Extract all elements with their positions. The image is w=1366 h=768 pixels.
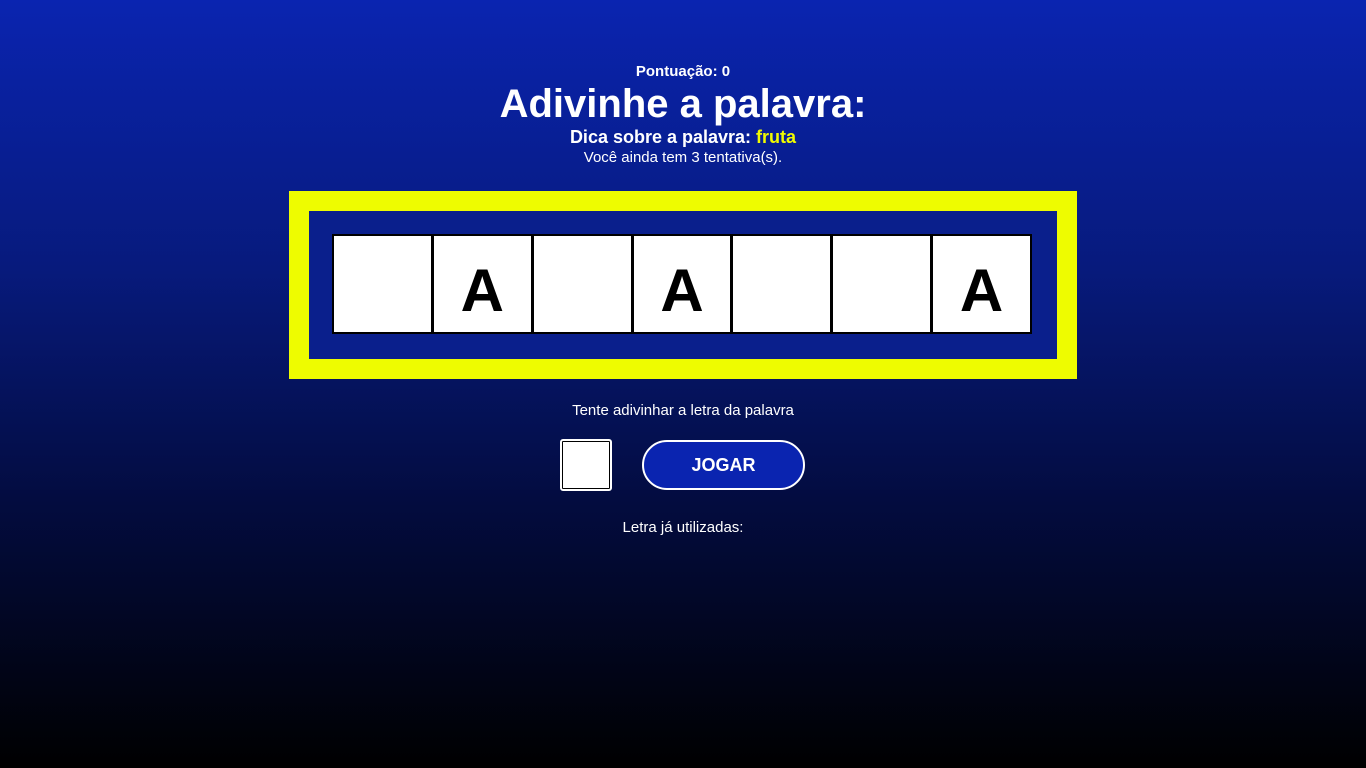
letter-tile (833, 236, 931, 332)
word-board: A A A (289, 191, 1077, 379)
attempts-suffix: tentativa(s). (703, 149, 783, 166)
letter-tiles: A A A (332, 234, 1032, 334)
hint-label: Dica sobre a palavra: (569, 127, 752, 147)
used-letters-label: Letra já utilizadas: (622, 519, 744, 536)
letter-tile: A (933, 236, 1031, 332)
word-hint: Dica sobre a palavra: fruta (0, 126, 1366, 148)
page-title: Adivinhe a palavra: (499, 82, 867, 126)
attempts-prefix: Você ainda tem (583, 149, 688, 166)
letter-tile (334, 236, 431, 332)
letter-tile: A (433, 236, 531, 332)
hint-value: fruta (756, 127, 797, 147)
attempts-remaining: Você ainda tem 3 tentativa(s). (0, 149, 1366, 167)
used-letters: Letra já utilizadas: (0, 519, 1366, 537)
play-button[interactable]: JOGAR (642, 440, 805, 490)
letter-input[interactable] (560, 439, 612, 491)
letter-tile (733, 236, 831, 332)
letter-tile (533, 236, 631, 332)
score-label: Pontuação: (635, 63, 718, 80)
score-value: 0 (721, 63, 731, 80)
score-display: Pontuação: 0 (0, 63, 1366, 81)
guess-instruction: Tente adivinhar a letra da palavra (572, 402, 794, 419)
letter-tile: A (633, 236, 731, 332)
attempts-count: 3 (691, 149, 700, 166)
word-board-inner: A A A (309, 211, 1057, 359)
